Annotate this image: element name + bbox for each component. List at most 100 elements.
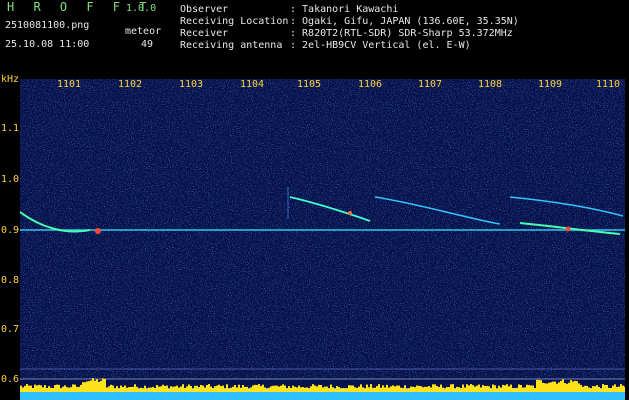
level-bar xyxy=(490,388,492,392)
level-bar xyxy=(230,387,232,392)
level-bar xyxy=(292,385,294,392)
level-bar xyxy=(178,387,180,392)
x-tick-label: 1107 xyxy=(418,79,443,90)
level-bar xyxy=(168,388,170,392)
level-bar xyxy=(182,384,184,392)
level-bar xyxy=(274,385,276,392)
level-bar xyxy=(586,385,588,392)
level-bar xyxy=(524,387,526,392)
level-bar xyxy=(396,385,398,392)
level-bar xyxy=(386,384,388,392)
level-bar xyxy=(20,385,22,392)
level-bar xyxy=(126,387,128,392)
level-bar xyxy=(538,379,540,392)
level-bar xyxy=(574,380,576,392)
level-bar xyxy=(404,385,406,392)
level-bar xyxy=(594,386,596,392)
level-bar xyxy=(596,385,598,392)
info-value: : Ogaki, Gifu, JAPAN (136.60E, 35.35N) xyxy=(290,16,519,27)
level-bar xyxy=(40,385,42,392)
level-bar xyxy=(60,388,62,392)
y-tick-label: 0.7 xyxy=(1,324,20,335)
x-tick-label: 1108 xyxy=(478,79,503,90)
level-bar xyxy=(348,385,350,392)
level-bar xyxy=(62,386,64,392)
level-bar xyxy=(564,383,566,392)
level-bar xyxy=(148,387,150,392)
level-bar xyxy=(494,385,496,392)
level-bar xyxy=(236,387,238,392)
level-bar xyxy=(478,384,480,392)
level-bar xyxy=(590,388,592,392)
level-bar xyxy=(212,388,214,392)
x-tick-label: 1105 xyxy=(297,79,322,90)
level-bar xyxy=(210,386,212,392)
meteor-count: 49 xyxy=(141,39,154,50)
level-bar xyxy=(412,386,414,392)
level-bar xyxy=(56,384,58,392)
level-bar xyxy=(472,385,474,392)
level-bar xyxy=(528,385,530,392)
info-location: Receiving Location: Ogaki, Gifu, JAPAN (… xyxy=(180,16,519,28)
level-bar xyxy=(90,380,92,392)
level-bar xyxy=(288,386,290,392)
level-bar xyxy=(132,386,134,392)
level-bar xyxy=(108,386,110,392)
level-bar xyxy=(418,385,420,392)
level-bar xyxy=(100,380,102,392)
level-bar xyxy=(244,386,246,392)
level-bar xyxy=(104,378,106,392)
level-bar xyxy=(408,388,410,392)
level-bar xyxy=(302,387,304,392)
level-bar xyxy=(214,386,216,392)
level-bar xyxy=(474,386,476,392)
level-bar xyxy=(512,387,514,392)
level-bar xyxy=(554,381,556,392)
level-bar xyxy=(584,385,586,392)
level-bar xyxy=(206,385,208,392)
level-bar xyxy=(78,386,80,392)
level-bar xyxy=(94,380,96,392)
level-bar xyxy=(394,386,396,392)
level-bar xyxy=(624,386,625,392)
level-bar xyxy=(578,383,580,392)
level-bar xyxy=(342,388,344,392)
level-bar xyxy=(172,386,174,392)
level-bar xyxy=(606,385,608,392)
level-bar xyxy=(166,385,168,392)
level-bar xyxy=(540,380,542,392)
noise-field xyxy=(20,79,625,379)
level-bar xyxy=(42,387,44,392)
level-bar xyxy=(588,387,590,392)
level-bar xyxy=(118,388,120,392)
level-bar xyxy=(264,387,266,392)
level-bar xyxy=(442,387,444,392)
level-bar xyxy=(156,384,158,392)
level-bar xyxy=(504,385,506,392)
level-bar xyxy=(278,386,280,392)
level-bar xyxy=(254,384,256,392)
level-bar xyxy=(550,382,552,392)
x-tick-label: 1102 xyxy=(118,79,143,90)
level-bar xyxy=(410,386,412,392)
level-bar xyxy=(252,385,254,392)
level-bar xyxy=(164,385,166,392)
file-name: 2510081100.png xyxy=(5,20,90,31)
level-bar xyxy=(500,387,502,392)
level-bar xyxy=(144,385,146,392)
level-bar xyxy=(328,388,330,392)
level-bar xyxy=(276,385,278,392)
level-bar xyxy=(240,387,242,392)
level-bar xyxy=(464,387,466,392)
level-bar xyxy=(186,386,188,392)
level-bar xyxy=(190,385,192,392)
level-bar xyxy=(580,384,582,392)
level-bar xyxy=(440,384,442,392)
level-bar xyxy=(220,386,222,392)
level-bar xyxy=(390,386,392,392)
level-bar xyxy=(424,386,426,392)
level-bar xyxy=(498,385,500,392)
level-bar xyxy=(536,379,538,392)
level-bar xyxy=(372,387,374,392)
spectrogram-plot xyxy=(20,79,625,400)
